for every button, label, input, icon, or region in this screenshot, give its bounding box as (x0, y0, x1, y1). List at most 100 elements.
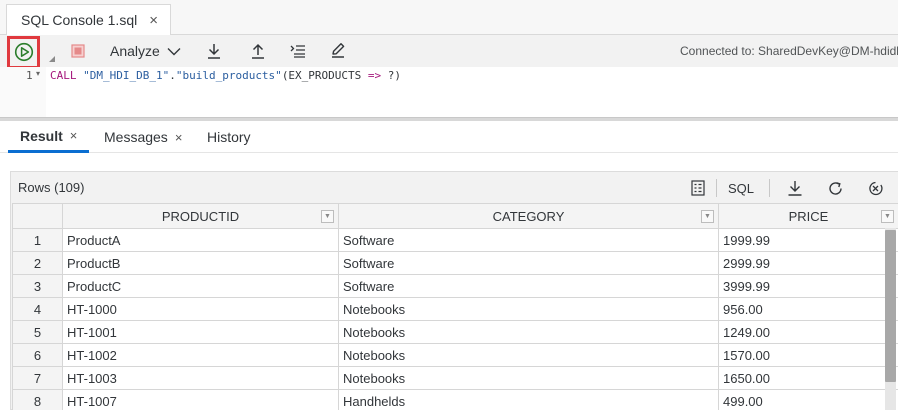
product-id-cell[interactable]: ProductA (62, 228, 339, 252)
price-cell[interactable]: 956.00 (718, 297, 898, 321)
refresh-icon (828, 181, 842, 195)
column-header-label: CATEGORY (492, 208, 565, 224)
column-header-label: PRODUCTID (161, 208, 240, 224)
category-cell[interactable]: Notebooks (338, 343, 719, 367)
table-row[interactable]: 2 ProductB Software 2999.99 (12, 251, 898, 275)
run-button[interactable] (13, 41, 35, 63)
code-schema: "DM_HDI_DB_1" (83, 69, 170, 82)
code-dot: . (169, 69, 176, 82)
result-table: PRODUCTID ▼ CATEGORY ▼ PRICE ▼ 1 Product… (12, 203, 898, 410)
product-id-cell[interactable]: HT-1000 (62, 297, 339, 321)
row-count: Rows (109) (18, 180, 85, 195)
price-cell[interactable]: 1249.00 (718, 320, 898, 344)
product-id-cell[interactable]: ProductB (62, 251, 339, 275)
category-cell[interactable]: Notebooks (338, 297, 719, 321)
row-number: 5 (12, 320, 63, 344)
category-cell[interactable]: Software (338, 274, 719, 298)
price-cell[interactable]: 1650.00 (718, 366, 898, 390)
column-header-label: PRICE (788, 208, 829, 224)
category-cell[interactable]: Handhelds (338, 389, 719, 410)
price-cell[interactable]: 2999.99 (718, 251, 898, 275)
table-row[interactable]: 8 HT-1007 Handhelds 499.00 (12, 389, 898, 410)
refresh-button[interactable] (825, 178, 845, 198)
chevron-down-icon (167, 47, 181, 55)
edit-button[interactable] (328, 41, 348, 61)
tab-messages[interactable]: Messages × (104, 121, 182, 153)
fold-icon[interactable]: ▾ (36, 69, 40, 78)
sql-button[interactable]: SQL (725, 178, 757, 198)
table-row[interactable]: 4 HT-1000 Notebooks 956.00 (12, 297, 898, 321)
column-header[interactable]: PRICE ▼ (718, 203, 898, 229)
download-icon (788, 181, 802, 196)
close-icon[interactable]: × (70, 128, 78, 143)
category-cell[interactable]: Software (338, 251, 719, 275)
line-number: 1 (26, 69, 33, 82)
stop-button[interactable] (70, 43, 86, 59)
tab-label: SQL Console 1.sql (21, 12, 138, 28)
table-row[interactable]: 5 HT-1001 Notebooks 1249.00 (12, 320, 898, 344)
row-number: 2 (12, 251, 63, 275)
stop-icon (71, 44, 85, 58)
category-cell[interactable]: Notebooks (338, 366, 719, 390)
filter-icon[interactable]: ▼ (881, 210, 894, 223)
clear-result-button[interactable] (865, 178, 885, 198)
tab-result-label: Result (20, 127, 63, 144)
download-button[interactable] (204, 41, 224, 61)
analyze-label: Analyze (110, 43, 160, 59)
table-row[interactable]: 6 HT-1002 Notebooks 1570.00 (12, 343, 898, 367)
download-icon (208, 44, 220, 59)
category-cell[interactable]: Notebooks (338, 320, 719, 344)
play-circle-icon (14, 42, 34, 62)
product-id-cell[interactable]: HT-1001 (62, 320, 339, 344)
format-code-button[interactable] (288, 41, 308, 61)
column-settings-button[interactable] (689, 178, 707, 198)
edit-icon (332, 43, 345, 58)
column-header[interactable]: PRODUCTID ▼ (62, 203, 339, 229)
close-icon[interactable]: × (149, 13, 158, 28)
table-header-row: PRODUCTID ▼ CATEGORY ▼ PRICE ▼ (12, 203, 898, 229)
tab-history-label: History (207, 129, 251, 145)
table-row[interactable]: 1 ProductA Software 1999.99 (12, 228, 898, 252)
product-id-cell[interactable]: HT-1007 (62, 389, 339, 410)
row-number: 8 (12, 389, 63, 410)
code-arrow: => (367, 69, 382, 82)
tab-result[interactable]: Result × (8, 121, 90, 153)
product-id-cell[interactable]: HT-1003 (62, 366, 339, 390)
price-cell[interactable]: 1999.99 (718, 228, 898, 252)
filter-icon[interactable]: ▼ (321, 210, 334, 223)
table-row[interactable]: 7 HT-1003 Notebooks 1650.00 (12, 366, 898, 390)
code-editor[interactable]: 1 ▾ CALL "DM_HDI_DB_1"."build_products"(… (0, 67, 898, 117)
code-procedure: "build_products" (175, 69, 282, 82)
run-dropdown-icon[interactable] (48, 55, 56, 63)
tab-history[interactable]: History (207, 121, 251, 153)
clear-circle-icon (868, 181, 883, 195)
price-cell[interactable]: 3999.99 (718, 274, 898, 298)
product-id-cell[interactable]: HT-1002 (62, 343, 339, 367)
toolbar-divider (716, 179, 717, 197)
editor-tab-bar: SQL Console 1.sql × (0, 0, 898, 35)
row-index-header (12, 203, 63, 229)
row-number: 3 (12, 274, 63, 298)
price-cell[interactable]: 1570.00 (718, 343, 898, 367)
code-keyword: CALL (50, 69, 77, 82)
code-param-open: (EX_PRODUCTS (281, 69, 368, 82)
price-cell[interactable]: 499.00 (718, 389, 898, 410)
code-param-close: ?) (381, 69, 402, 82)
row-number: 1 (12, 228, 63, 252)
upload-button[interactable] (248, 41, 268, 61)
table-row[interactable]: 3 ProductC Software 3999.99 (12, 274, 898, 298)
category-cell[interactable]: Software (338, 228, 719, 252)
close-icon[interactable]: × (175, 130, 183, 145)
vertical-scrollbar-thumb[interactable] (885, 230, 896, 382)
tab-messages-label: Messages (104, 129, 168, 145)
product-id-cell[interactable]: ProductC (62, 274, 339, 298)
upload-icon (252, 43, 264, 59)
filter-icon[interactable]: ▼ (701, 210, 714, 223)
tab-sql-console[interactable]: SQL Console 1.sql × (6, 4, 171, 35)
analyze-dropdown[interactable]: Analyze (110, 41, 181, 61)
column-header[interactable]: CATEGORY ▼ (338, 203, 719, 229)
toolbar-divider (769, 179, 770, 197)
sql-code-line[interactable]: CALL "DM_HDI_DB_1"."build_products"(EX_P… (50, 69, 401, 82)
row-number: 4 (12, 297, 63, 321)
download-result-button[interactable] (785, 178, 805, 198)
